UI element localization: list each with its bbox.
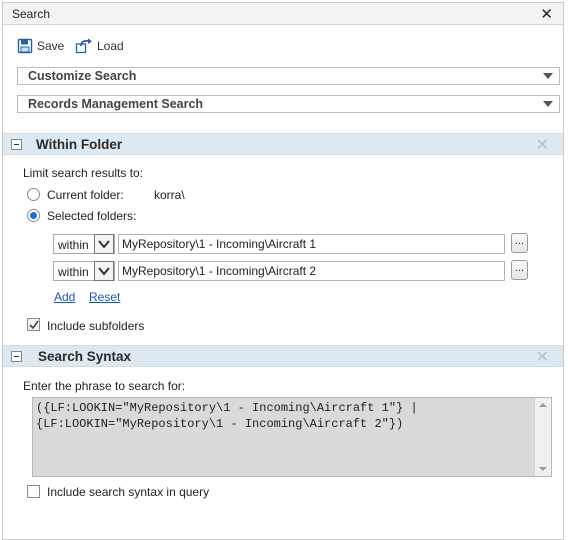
current-folder-radio[interactable] [27,188,40,201]
records-management-label: Records Management Search [28,97,204,111]
save-button[interactable]: Save [17,37,64,55]
check-icon [29,320,39,330]
close-icon[interactable]: ✕ [540,5,553,23]
include-syntax-checkbox[interactable] [27,485,40,498]
within-folder-title: Within Folder [36,137,123,152]
load-button[interactable]: Load [75,37,124,55]
limit-results-label: Limit search results to: [23,166,144,180]
scope-select-value: within [58,238,89,252]
load-arrow-icon [75,38,92,54]
collapse-toggle-icon[interactable] [11,351,22,362]
records-management-dropdown[interactable]: Records Management Search [17,95,560,113]
chevron-down-icon[interactable] [94,234,114,254]
scope-select-value: within [58,265,89,279]
folder-path-field[interactable] [118,234,505,254]
browse-button[interactable]: ... [511,233,528,253]
query-text: ({LF:LOOKIN="MyRepository\1 - Incoming\A… [36,400,532,432]
search-syntax-header: Search Syntax ✕ [3,345,563,367]
search-panel: Search ✕ Save Load Customize Search Reco… [2,2,564,540]
scope-select[interactable]: within [53,261,115,281]
include-syntax-label: Include search syntax in query [47,485,210,499]
customize-search-dropdown[interactable]: Customize Search [17,67,560,85]
search-syntax-title: Search Syntax [38,349,132,364]
close-icon[interactable]: ✕ [536,347,549,367]
save-label: Save [37,39,65,53]
scroll-down-icon[interactable] [539,467,547,471]
browse-button[interactable]: ... [511,260,528,280]
scope-select[interactable]: within [53,234,115,254]
search-phrase-prompt: Enter the phrase to search for: [23,379,186,393]
selected-folders-radio[interactable] [27,209,40,222]
save-disk-icon [17,38,33,54]
chevron-down-icon [543,73,553,79]
close-icon[interactable]: ✕ [536,135,549,155]
add-folder-link[interactable]: Add [54,290,75,304]
window-title: Search [12,7,51,21]
scroll-up-icon[interactable] [539,403,547,407]
include-subfolders-checkbox[interactable] [27,318,40,331]
include-subfolders-label: Include subfolders [47,319,145,333]
chevron-down-icon[interactable] [94,261,114,281]
folder-path-field[interactable] [118,261,505,281]
chevron-down-icon [543,101,553,107]
load-label: Load [97,39,124,53]
within-folder-header: Within Folder ✕ [3,133,563,155]
current-folder-value: korra\ [154,188,185,202]
search-syntax-textarea[interactable]: ({LF:LOOKIN="MyRepository\1 - Incoming\A… [32,397,552,477]
query-line-2: {LF:LOOKIN="MyRepository\1 - Incoming\Ai… [36,417,404,431]
title-bar: Search ✕ [3,3,563,25]
selected-folders-label: Selected folders: [47,209,137,223]
current-folder-label: Current folder: [47,188,124,202]
query-line-1: ({LF:LOOKIN="MyRepository\1 - Incoming\A… [36,401,418,415]
customize-search-label: Customize Search [28,69,137,83]
reset-folders-link[interactable]: Reset [89,290,120,304]
collapse-toggle-icon[interactable] [11,139,22,150]
vertical-scrollbar[interactable] [534,398,551,476]
